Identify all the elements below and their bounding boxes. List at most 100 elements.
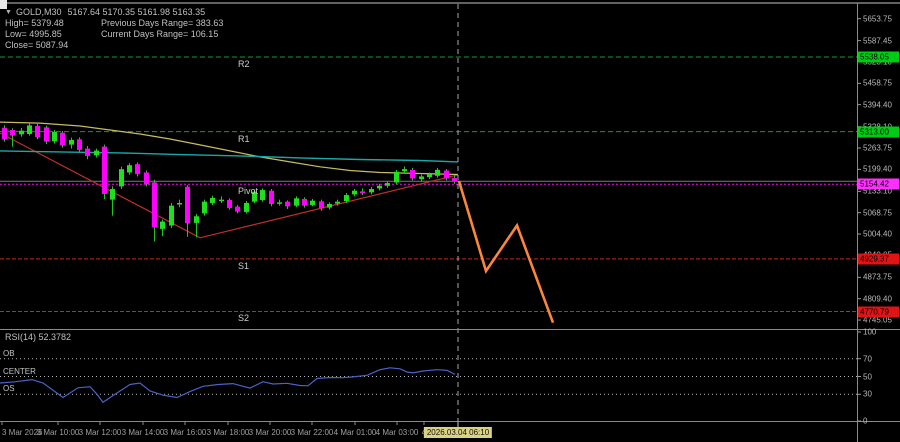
- candle-body-down: [144, 172, 149, 184]
- time-label: 4 Mar 03:00: [376, 428, 419, 437]
- pivot-level-label-S2: S2: [238, 313, 249, 323]
- pivot-level-label-S1: S1: [238, 261, 249, 271]
- candle-body-down: [227, 200, 232, 208]
- time-label: 4 Mar 01:00: [334, 428, 377, 437]
- candle-body-up: [219, 200, 224, 202]
- ohlc-quote: 5167.64 5170.35 5161.98 5163.35: [67, 7, 205, 18]
- window-corner-decoration: [0, 0, 7, 9]
- time-label: 3 Mar 20:00: [249, 428, 292, 437]
- time-label: 3 Mar 10:00: [37, 428, 80, 437]
- price-badge-R2: 5538.05: [858, 52, 899, 63]
- chart-info-overlay: ▼ GOLD,M30 5167.64 5170.35 5161.98 5163.…: [5, 7, 223, 51]
- candle-body-down: [60, 133, 65, 146]
- candle-body-up: [327, 204, 332, 208]
- ma-cyan-line: [0, 151, 458, 162]
- rsi-scale-label: 0: [863, 417, 867, 426]
- candle-body-up: [127, 165, 132, 172]
- time-label: 3 Mar 16:00: [164, 428, 207, 437]
- day-low-label: Low= 4995.85: [5, 29, 101, 40]
- candle-body-up: [52, 132, 57, 141]
- rsi-zone-label-center: CENTER: [3, 367, 36, 376]
- symbol-period-label: GOLD,M30: [16, 7, 62, 18]
- price-badge-S1: 4929.37: [858, 253, 899, 264]
- price-tick-label: 5587.45: [863, 36, 892, 45]
- candle-body-up: [402, 169, 407, 171]
- rsi-zone-label-ob: OB: [3, 349, 15, 358]
- candle-body-up: [377, 186, 382, 189]
- candle-body-up: [369, 189, 374, 192]
- time-label: 3 Mar 12:00: [79, 428, 122, 437]
- price-tick-label: 4809.40: [863, 294, 892, 303]
- candle-body-down: [269, 191, 274, 204]
- candle-body-up: [244, 203, 249, 212]
- price-badge-Pivot: 5154.42: [858, 179, 899, 190]
- day-high-label: High= 5379.48: [5, 18, 101, 29]
- candle-body-up: [352, 191, 357, 195]
- candle-body-up: [110, 189, 115, 200]
- candle-body-up: [419, 176, 424, 179]
- candle-body-down: [77, 139, 82, 150]
- quote-line: ▼ GOLD,M30 5167.64 5170.35 5161.98 5163.…: [5, 7, 223, 18]
- candle-body-up: [210, 198, 215, 203]
- time-label: 3 Mar 22:00: [291, 428, 334, 437]
- price-badge-R1: 5313.00: [858, 126, 899, 137]
- candle-body-down: [135, 164, 140, 174]
- candle-body-up: [385, 183, 390, 186]
- candle-body-up: [19, 131, 24, 135]
- candle-body-up: [194, 216, 199, 223]
- candle-body-up: [119, 169, 124, 186]
- candle-body-up: [427, 174, 432, 177]
- price-badge-S2: 4770.79: [858, 306, 899, 317]
- time-label: 3 Mar 18:00: [207, 428, 250, 437]
- rsi-scale-label: 30: [863, 390, 872, 399]
- rsi-scale-label: 100: [863, 328, 876, 337]
- candle-body-down: [319, 201, 324, 208]
- ma-yellow-line: [0, 122, 458, 174]
- price-tick-label: 5263.75: [863, 144, 892, 153]
- current-time-badge: 2026.03.04 06:10: [424, 427, 492, 438]
- day-close-label: Close= 5087.94: [5, 40, 68, 51]
- candle-body-up: [344, 195, 349, 201]
- candle-body-down: [302, 199, 307, 206]
- pivot-level-label-R2: R2: [238, 59, 250, 69]
- candle-body-down: [152, 182, 157, 227]
- candle-body-up: [310, 201, 315, 205]
- candle-body-down: [102, 147, 107, 194]
- price-tick-label: 5004.40: [863, 230, 892, 239]
- candle-body-up: [202, 202, 207, 214]
- candle-body-down: [235, 207, 240, 212]
- candle-body-up: [94, 151, 99, 156]
- candle-body-down: [410, 170, 415, 179]
- candle-body-up: [260, 190, 265, 200]
- rsi-line: [0, 368, 455, 403]
- candle-body-down: [35, 126, 40, 137]
- price-chart-canvas[interactable]: [0, 0, 900, 442]
- rsi-indicator-title: RSI(14) 52.3782: [5, 332, 71, 342]
- pivot-level-label-R1: R1: [238, 134, 250, 144]
- candle-body-up: [169, 206, 174, 226]
- price-tick-label: 5653.75: [863, 14, 892, 23]
- candle-body-up: [277, 202, 282, 204]
- rsi-zone-label-os: OS: [3, 384, 15, 393]
- candle-body-down: [360, 191, 365, 193]
- time-label: 3 Mar 14:00: [122, 428, 165, 437]
- candle-body-up: [69, 140, 74, 145]
- price-tick-label: 5458.75: [863, 79, 892, 88]
- candle-body-down: [452, 178, 457, 181]
- prev-range-label: Previous Days Range= 383.63: [101, 18, 223, 29]
- candle-body-down: [44, 127, 49, 141]
- rsi-scale-label: 50: [863, 372, 872, 381]
- candle-body-up: [160, 222, 165, 229]
- candle-body-up: [177, 203, 182, 205]
- candle-body-down: [444, 170, 449, 178]
- price-tick-label: 5199.40: [863, 165, 892, 174]
- price-tick-label: 4873.75: [863, 273, 892, 282]
- price-tick-label: 5068.75: [863, 208, 892, 217]
- price-tick-label: 5394.40: [863, 100, 892, 109]
- trading-chart-window: ▼ GOLD,M30 5167.64 5170.35 5161.98 5163.…: [0, 0, 900, 442]
- candle-body-up: [27, 125, 32, 134]
- candle-body-down: [2, 128, 7, 140]
- candle-body-up: [294, 198, 299, 205]
- candle-body-down: [85, 149, 90, 156]
- candle-body-down: [10, 130, 15, 135]
